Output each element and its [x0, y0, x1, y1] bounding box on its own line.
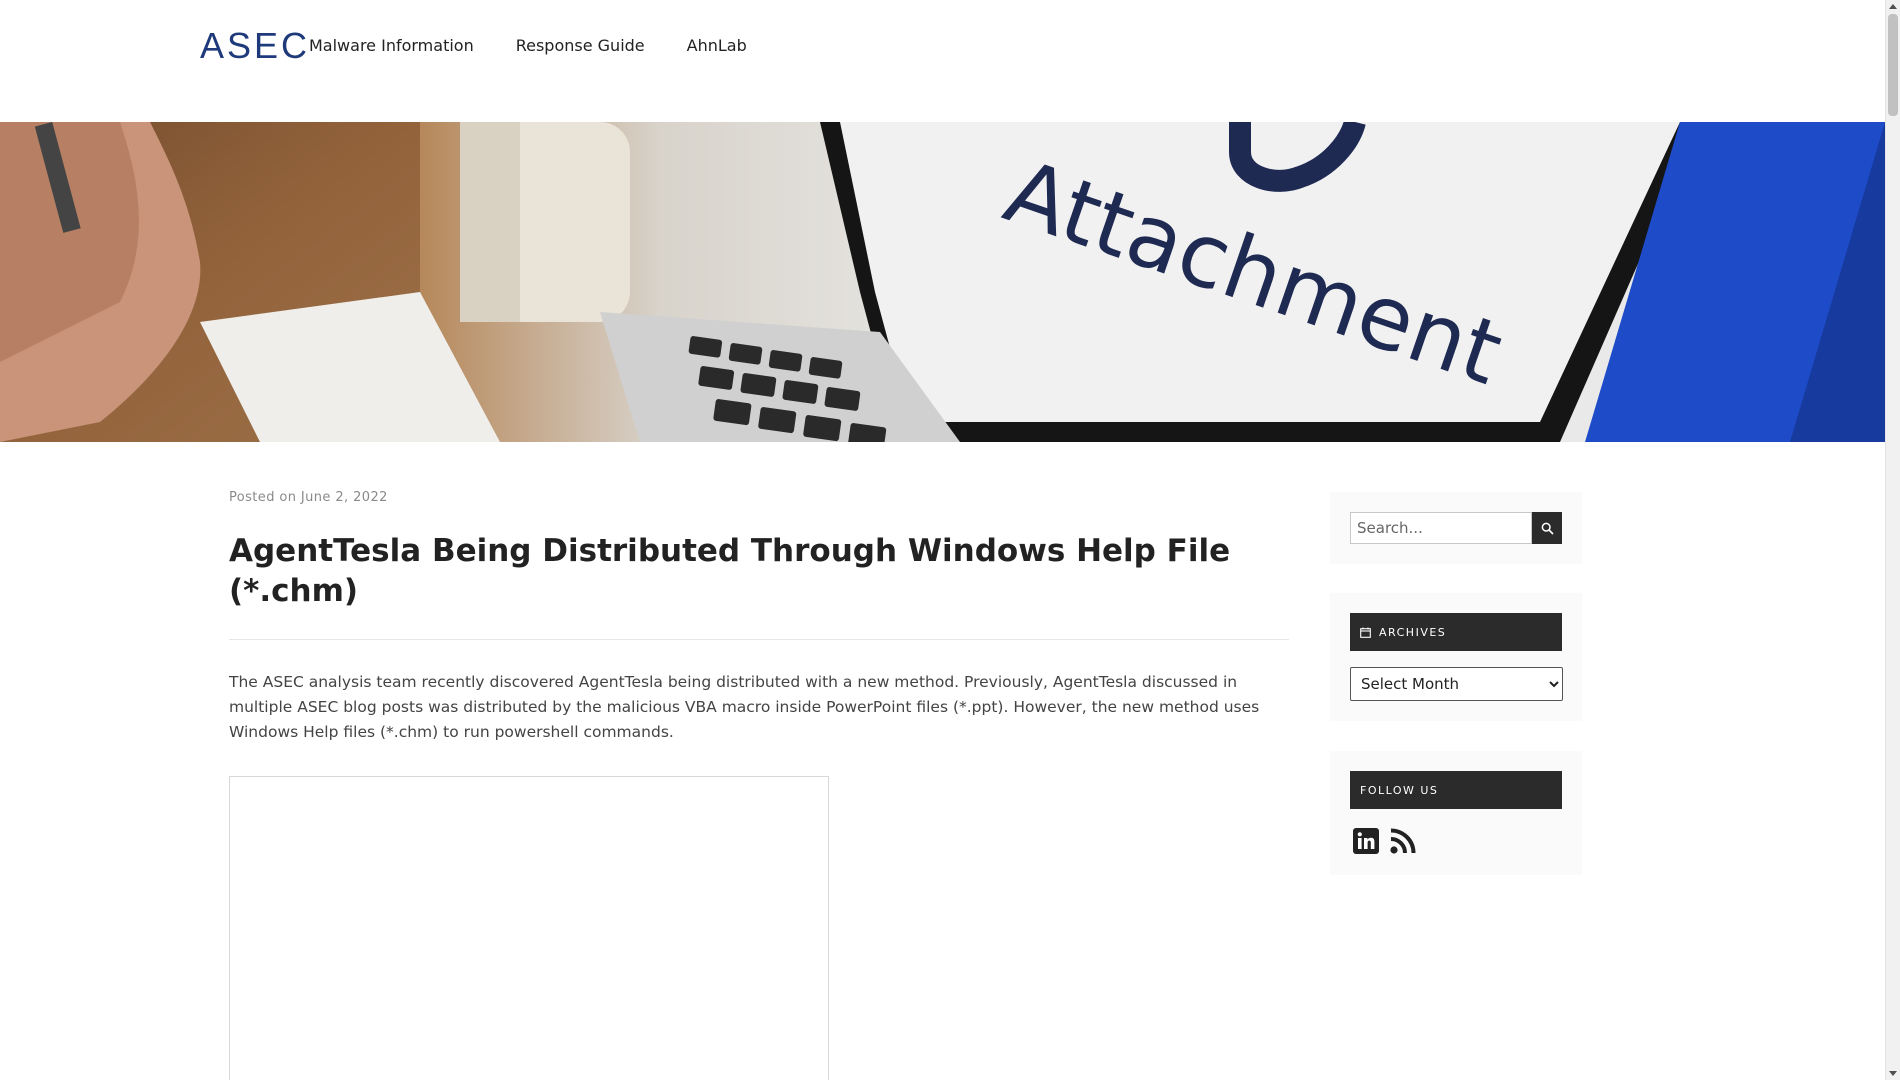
nav-malware-information[interactable]: Malware Information	[309, 36, 474, 55]
post-body: The ASEC analysis team recently discover…	[229, 673, 1260, 741]
archives-title-text: ARCHIVES	[1379, 625, 1447, 639]
follow-widget: FOLLOW US	[1330, 751, 1582, 875]
nav-response-guide[interactable]: Response Guide	[516, 36, 645, 55]
search-icon	[1541, 522, 1554, 535]
title-divider	[229, 639, 1289, 640]
linkedin-icon[interactable]	[1353, 828, 1379, 858]
search-form	[1350, 512, 1562, 544]
main-nav: Malware Information Response Guide AhnLa…	[309, 36, 789, 55]
scrollbar-thumb[interactable]	[1888, 14, 1898, 116]
archives-widget: ARCHIVES Select Month	[1330, 593, 1582, 721]
search-input[interactable]	[1350, 512, 1532, 544]
calendar-icon	[1360, 627, 1371, 638]
hero-illustration: Attachment	[0, 122, 1885, 442]
rss-icon[interactable]	[1389, 827, 1417, 859]
post-date-link[interactable]: June 2, 2022	[301, 490, 388, 505]
hero-banner-image: Attachment	[0, 122, 1885, 442]
asec-logo[interactable]: ASEC	[200, 28, 310, 64]
follow-title-text: FOLLOW US	[1360, 783, 1439, 797]
post-meta: Posted on June 2, 2022	[229, 490, 1289, 505]
archives-title: ARCHIVES	[1350, 613, 1562, 651]
scroll-down-arrow-icon[interactable]	[1889, 1071, 1897, 1076]
page-scrollbar[interactable]	[1885, 0, 1900, 1080]
nav-ahnlab[interactable]: AhnLab	[687, 36, 747, 55]
post-title: AgentTesla Being Distributed Through Win…	[229, 533, 1231, 609]
search-widget	[1330, 492, 1582, 564]
post-article: Posted on June 2, 2022 AgentTesla Being …	[229, 490, 1289, 1080]
archive-month-select[interactable]: Select Month	[1350, 667, 1563, 701]
social-links	[1350, 827, 1562, 859]
site-header: ASEC Malware Information Response Guide …	[0, 0, 1885, 122]
posted-on-label: Posted on	[229, 490, 297, 505]
follow-title: FOLLOW US	[1350, 771, 1562, 809]
search-button[interactable]	[1532, 512, 1562, 544]
post-figure	[229, 776, 829, 1080]
scroll-up-arrow-icon[interactable]	[1889, 4, 1897, 9]
